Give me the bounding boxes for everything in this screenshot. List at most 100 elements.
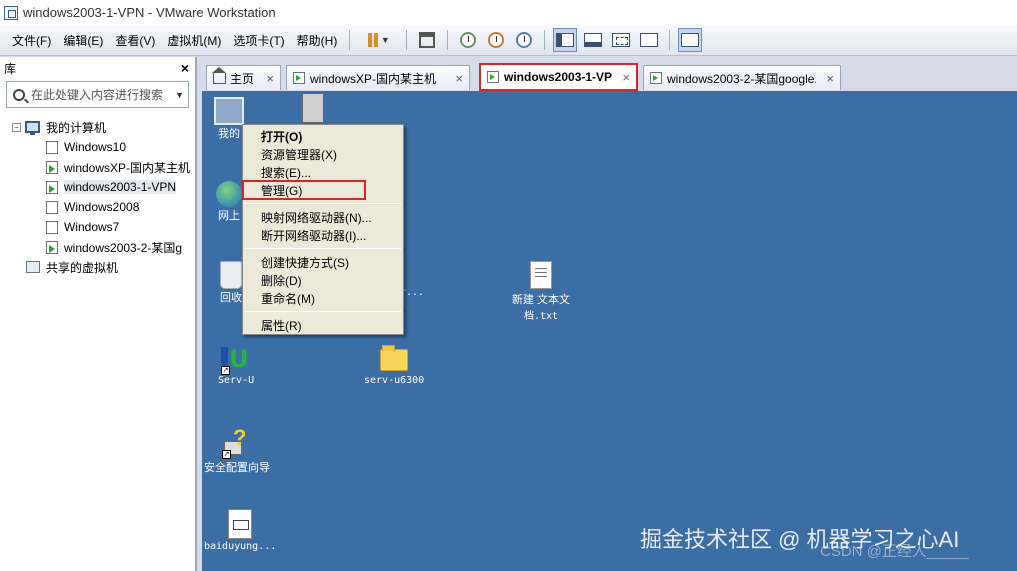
close-icon[interactable]: × <box>181 60 189 76</box>
server-icon <box>302 93 324 123</box>
watermark: 掘金技术社区 @ 机器学习之心AI <box>640 527 960 552</box>
tree-item-vm[interactable]: Windows2008 <box>0 197 195 217</box>
pause-button[interactable]: ▼ <box>358 28 398 52</box>
tree-item-label: windowsXP-国内某主机 <box>64 160 191 175</box>
title-bar: windows2003-1-VPN - VMware Workstation <box>0 0 1017 25</box>
close-icon[interactable]: × <box>622 70 630 85</box>
desktop-icon-label: Serv-U <box>218 375 255 386</box>
context-menu-properties[interactable]: 属性(R) <box>243 316 403 334</box>
tree-root-my-computer[interactable]: − 我的计算机 <box>0 117 195 137</box>
desktop-icon-network[interactable]: 网上 <box>216 181 242 223</box>
search-input[interactable]: 在此处键入内容进行搜索 <box>31 86 175 103</box>
desktop-icon-serv-u[interactable]: U ↗ Serv-U <box>218 345 254 386</box>
tab-home[interactable]: 主页 × <box>206 65 281 90</box>
context-menu-map-drive[interactable]: 映射网络驱动器(N)... <box>243 208 403 226</box>
text-file-icon <box>530 261 553 289</box>
tab-windows2003-2[interactable]: windows2003-2-某国google... × <box>643 65 841 90</box>
menu-tabs[interactable]: 选项卡(T) <box>227 28 290 53</box>
show-library-button[interactable] <box>553 28 578 52</box>
collapse-icon[interactable]: − <box>12 122 21 132</box>
tab-label: windowsXP-国内某主机 <box>310 71 437 86</box>
context-menu-explorer[interactable]: 资源管理器(X) <box>243 145 403 163</box>
desktop-icon-security-wizard[interactable]: ? ↗ 安全配置向导 <box>204 425 270 475</box>
vm-running-icon <box>46 180 58 194</box>
menu-vm[interactable]: 虚拟机(M) <box>161 28 227 53</box>
computer-icon <box>25 121 40 135</box>
menu-file[interactable]: 文件(F) <box>6 28 57 53</box>
shared-vms-icon <box>26 261 40 273</box>
menu-separator <box>245 203 401 204</box>
vm-running-icon <box>650 72 662 84</box>
revert-snapshot-button[interactable] <box>484 28 508 52</box>
tree-item-label: windows2003-1-VPN <box>64 180 177 194</box>
context-menu-disconnect-drive[interactable]: 断开网络驱动器(I)... <box>243 226 403 244</box>
menu-view[interactable]: 查看(V) <box>109 28 161 53</box>
tab-strip: 主页 × windowsXP-国内某主机 × windows2003-1-VPN… <box>200 57 1017 91</box>
context-menu: 打开(O) 资源管理器(X) 搜索(E)... 管理(G) 映射网络驱动器(N)… <box>242 124 404 335</box>
close-icon[interactable]: × <box>455 71 463 86</box>
pause-icon-bar <box>373 33 378 47</box>
tab-label: windows2003-1-VPN <box>504 70 613 84</box>
desktop-icon-label: 安全配置向导 <box>204 462 270 474</box>
desktop-icon-server[interactable] <box>302 93 324 123</box>
menu-separator <box>245 248 401 249</box>
vm-running-icon <box>487 71 499 83</box>
tab-windows2003-1-vpn[interactable]: windows2003-1-VPN × <box>479 63 638 91</box>
chevron-down-icon[interactable]: ▼ <box>175 90 184 100</box>
vm-running-icon <box>293 72 305 84</box>
snapshot-manager-button[interactable] <box>512 28 536 52</box>
tree-item-vm[interactable]: Windows7 <box>0 217 195 237</box>
tree-item-vm[interactable]: Windows10 <box>0 137 195 157</box>
menu-help[interactable]: 帮助(H) <box>291 28 344 53</box>
library-header: 库 × <box>0 57 195 79</box>
context-menu-open[interactable]: 打开(O) <box>243 127 403 145</box>
menu-edit[interactable]: 编辑(E) <box>57 28 109 53</box>
unity-button[interactable] <box>637 28 661 52</box>
tree-item-shared-vms[interactable]: 共享的虚拟机 <box>0 257 195 277</box>
toolbar-separator <box>544 30 546 50</box>
context-menu-create-shortcut[interactable]: 创建快捷方式(S) <box>243 253 403 271</box>
toolbar-separator <box>669 30 671 50</box>
tab-windowsxp[interactable]: windowsXP-国内某主机 × <box>286 65 470 90</box>
network-globe-icon <box>216 181 242 207</box>
desktop-icon-label: serv-u6300 <box>364 375 425 386</box>
menu-separator <box>245 311 401 312</box>
toolbar-separator <box>447 30 449 50</box>
desktop-icon-label: 回收 <box>220 292 242 304</box>
close-icon[interactable]: × <box>266 71 274 86</box>
full-screen-button[interactable] <box>609 28 633 52</box>
take-snapshot-button[interactable] <box>456 28 480 52</box>
thumbnail-bar-button[interactable] <box>581 28 605 52</box>
search-icon <box>13 88 25 101</box>
my-computer-icon <box>214 97 244 125</box>
context-menu-delete[interactable]: 删除(D) <box>243 271 403 289</box>
library-search[interactable]: 在此处键入内容进行搜索 ▼ <box>6 81 189 108</box>
context-menu-rename[interactable]: 重命名(M) <box>243 289 403 307</box>
revert-clock-icon <box>488 32 505 48</box>
desktop-icon-label: 网上 <box>218 210 240 222</box>
desktop-icon-recycle-bin[interactable]: 回收 <box>220 261 242 305</box>
tree-item-vm-selected[interactable]: windows2003-1-VPN <box>0 177 195 197</box>
desktop-icon-baidu[interactable]: baiduyung... <box>204 509 276 552</box>
desktop-icon-serv-u-folder[interactable]: serv-u6300 <box>364 345 424 386</box>
close-icon[interactable]: × <box>826 71 834 86</box>
vm-tree: − 我的计算机 Windows10 windowsXP-国内某主机 window… <box>0 117 195 277</box>
tree-item-vm[interactable]: windowsXP-国内某主机 <box>0 157 195 177</box>
recycle-bin-icon <box>220 261 242 289</box>
manage-snapshots-icon <box>516 32 533 48</box>
chevron-down-icon: ▼ <box>380 35 390 45</box>
tab-label: 主页 <box>230 71 255 86</box>
send-ctrl-alt-del-button[interactable] <box>415 28 439 52</box>
folder-icon <box>380 345 409 371</box>
menu-bar: 文件(F) 编辑(E) 查看(V) 虚拟机(M) 选项卡(T) 帮助(H) ▼ <box>0 25 1017 56</box>
desktop-icon-label: 档.txt <box>523 311 559 322</box>
desktop-icon-new-text-file[interactable]: 新建 文本文 档.txt <box>512 261 570 322</box>
console-view-button[interactable] <box>678 28 703 52</box>
document-icon <box>228 509 253 539</box>
context-menu-search[interactable]: 搜索(E)... <box>243 163 403 181</box>
desktop-icon-my-computer[interactable]: 我的 <box>214 97 244 141</box>
tree-item-vm[interactable]: windows2003-2-某国g <box>0 237 195 257</box>
network-adapter-icon <box>419 32 436 48</box>
context-menu-manage[interactable]: 管理(G) <box>242 180 366 200</box>
vmware-app-icon <box>4 5 18 20</box>
